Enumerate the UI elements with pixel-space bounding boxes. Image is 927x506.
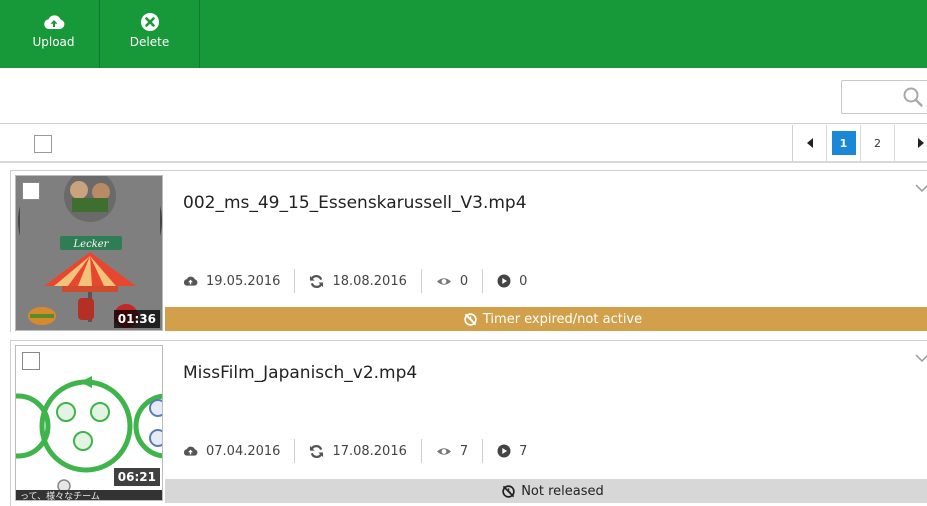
video-meta: 19.05.2016 18.08.2016 0 0 [183, 269, 541, 293]
pagination: 1 2 [792, 125, 925, 161]
update-date-value: 18.08.2016 [332, 273, 407, 289]
delete-button[interactable]: Delete [100, 0, 200, 68]
cloud-upload-icon [43, 12, 65, 32]
timer-off-icon [464, 312, 477, 326]
cloud-upload-icon [183, 446, 198, 456]
video-meta: 07.04.2016 17.08.2016 7 7 [183, 439, 541, 463]
play-count: 0 [483, 269, 541, 293]
video-thumbnail[interactable]: Lecker 01:36 [15, 175, 163, 331]
upload-date-value: 07.04.2016 [206, 443, 281, 459]
play-count: 7 [483, 439, 541, 463]
refresh-icon [310, 444, 324, 458]
release-status-text: Not released [521, 483, 604, 499]
video-card[interactable]: って、様々なチーム 06:21 MissFilm_Japanisch_v2.mp… [10, 340, 927, 506]
video-title[interactable]: MissFilm_Japanisch_v2.mp4 [183, 363, 417, 383]
eye-icon [436, 447, 451, 455]
video-duration: 01:36 [113, 310, 160, 328]
play-count-value: 7 [519, 443, 528, 459]
thumb-subtitle-text: って、様々なチーム [20, 490, 100, 501]
view-count: 0 [422, 269, 484, 293]
upload-date-value: 19.05.2016 [206, 273, 281, 289]
search-icon[interactable] [902, 86, 924, 108]
update-date-value: 17.08.2016 [332, 443, 407, 459]
eye-icon [436, 277, 451, 285]
refresh-icon [310, 274, 324, 288]
update-date: 18.08.2016 [295, 269, 422, 293]
upload-label: Upload [32, 35, 75, 49]
upload-date: 07.04.2016 [183, 439, 296, 463]
page-1-button[interactable]: 1 [827, 125, 861, 161]
release-status-text: Timer expired/not active [482, 311, 643, 327]
chevron-down-icon[interactable] [915, 183, 927, 193]
thumb-sign-text: Lecker [73, 239, 110, 250]
chevron-down-icon[interactable] [915, 353, 927, 363]
play-circle-icon [497, 274, 511, 288]
video-title[interactable]: 002_ms_49_15_Essenskarussell_V3.mp4 [183, 193, 527, 213]
timer-off-icon [502, 484, 515, 498]
caret-right-icon [918, 138, 924, 148]
video-duration: 06:21 [113, 468, 160, 486]
page-2-button[interactable]: 2 [861, 125, 895, 161]
release-status-bar: Not released [165, 479, 927, 503]
toolbar: Upload Delete [0, 0, 927, 68]
view-count-value: 0 [459, 273, 469, 289]
upload-button[interactable]: Upload [8, 0, 100, 68]
search-bar [0, 68, 927, 124]
video-card[interactable]: Lecker 01:36 002_ms_49_15_Essenskarussel… [10, 170, 927, 332]
video-thumbnail[interactable]: って、様々なチーム 06:21 [15, 345, 163, 501]
delete-label: Delete [129, 35, 170, 49]
next-page-button[interactable] [895, 125, 925, 161]
release-status-bar: Timer expired/not active [165, 307, 927, 331]
select-video-checkbox[interactable] [22, 352, 40, 370]
upload-date: 19.05.2016 [183, 269, 296, 293]
list-header: 1 2 [0, 125, 927, 163]
view-count-value: 7 [459, 443, 469, 459]
cloud-upload-icon [183, 276, 198, 286]
page-number: 2 [874, 136, 881, 150]
play-circle-icon [497, 444, 511, 458]
select-all-checkbox[interactable] [34, 135, 52, 153]
prev-page-button[interactable] [793, 125, 827, 161]
delete-circle-icon [139, 12, 161, 32]
select-video-checkbox[interactable] [22, 182, 40, 200]
view-count: 7 [422, 439, 484, 463]
update-date: 17.08.2016 [295, 439, 422, 463]
caret-left-icon [806, 138, 813, 148]
play-count-value: 0 [519, 273, 528, 289]
page-number: 1 [831, 131, 856, 155]
